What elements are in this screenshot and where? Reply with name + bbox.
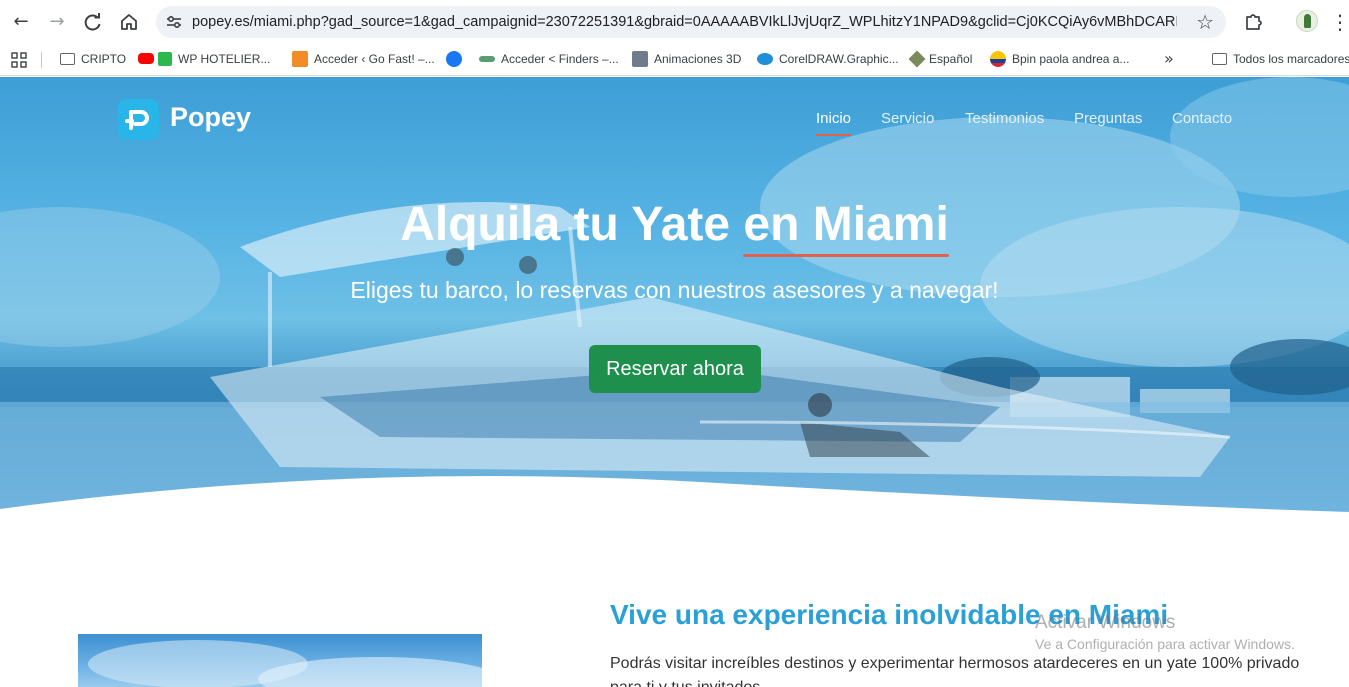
- site-settings-icon[interactable]: [164, 12, 184, 32]
- bookmark-todos-los-marcadores[interactable]: Todos los marcadores: [1212, 44, 1349, 76]
- bookmark-star-icon[interactable]: ☆: [1196, 10, 1214, 34]
- bookmark-label: Acceder < Finders –...: [501, 52, 619, 66]
- bookmark-label: WP HOTELIER...: [178, 52, 271, 66]
- browser-toolbar: ← → popey.es/miami.php?gad_source=1&gad_…: [0, 0, 1349, 44]
- bookmarks-separator: [41, 52, 42, 68]
- bookmark-facebook[interactable]: [446, 44, 468, 76]
- hero-section: Popey Inicio Servicio Testimonios Pregun…: [0, 77, 1349, 517]
- bookmark-label: Acceder ‹ Go Fast! –...: [314, 52, 435, 66]
- bookmark-label: Todos los marcadores: [1233, 52, 1349, 66]
- espanol-icon: [908, 50, 926, 68]
- check-icon: [158, 51, 172, 66]
- bookmark-wp-hotelier[interactable]: WP HOTELIER...: [138, 44, 270, 76]
- nav-contacto[interactable]: Contacto: [1172, 110, 1232, 127]
- bookmarks-bar: CRIPTO WP HOTELIER... Acceder ‹ Go Fast!…: [0, 44, 1349, 76]
- extensions-puzzle-icon[interactable]: [1243, 10, 1265, 32]
- more-bookmarks-chevron-icon[interactable]: »: [1164, 44, 1174, 74]
- youtube-icon: [138, 53, 154, 65]
- finders-icon: [479, 55, 495, 62]
- reload-icon[interactable]: [80, 9, 106, 35]
- hero-subtitle: Eliges tu barco, lo reservas con nuestro…: [350, 277, 999, 303]
- bookmark-label: Bpin paola andrea a...: [1012, 52, 1130, 66]
- reservar-ahora-button[interactable]: Reservar ahora: [589, 345, 761, 393]
- bookmark-bpin[interactable]: Bpin paola andrea a...: [990, 44, 1129, 76]
- bookmark-label: CorelDRAW.Graphic...: [779, 52, 899, 66]
- bpin-icon: [990, 50, 1006, 67]
- bookmark-finders[interactable]: Acceder < Finders –...: [479, 44, 619, 76]
- bookmark-label: CRIPTO: [81, 52, 127, 66]
- nav-preguntas[interactable]: Preguntas: [1074, 110, 1142, 127]
- forward-arrow-icon[interactable]: →: [44, 9, 70, 35]
- about-photo: [78, 634, 482, 687]
- animaciones-icon: [632, 50, 648, 67]
- profile-avatar-icon[interactable]: [1296, 10, 1318, 32]
- windows-activation-watermark-subtitle: Ve a Configuración para activar Windows.: [1035, 636, 1295, 652]
- apps-grid-icon[interactable]: [11, 52, 27, 68]
- bookmark-coreldraw[interactable]: CorelDRAW.Graphic...: [757, 44, 899, 76]
- back-arrow-icon[interactable]: ←: [8, 9, 34, 35]
- hero-title-highlight: en Miami: [743, 198, 949, 251]
- folder-icon: [1212, 52, 1227, 65]
- nav-testimonios[interactable]: Testimonios: [965, 110, 1044, 127]
- bookmark-espanol[interactable]: Español: [908, 44, 973, 76]
- facebook-icon: [446, 50, 462, 67]
- bookmark-go-fast[interactable]: Acceder ‹ Go Fast! –...: [292, 44, 435, 76]
- hero-title-part: Alquila tu Yate: [400, 198, 744, 251]
- nav-inicio[interactable]: Inicio: [816, 110, 852, 136]
- hero-title: Alquila tu Yate en Miami: [0, 197, 1349, 252]
- bookmark-label: Animaciones 3D: [654, 52, 742, 66]
- address-bar[interactable]: popey.es/miami.php?gad_source=1&gad_camp…: [156, 6, 1226, 38]
- windows-activation-watermark-title: Activar Windows: [1035, 612, 1176, 633]
- popey-logo-icon: [118, 99, 159, 140]
- browser-menu-icon[interactable]: ⋮: [1330, 9, 1349, 35]
- url-text[interactable]: popey.es/miami.php?gad_source=1&gad_camp…: [192, 6, 1177, 38]
- home-icon[interactable]: [116, 9, 142, 35]
- coreldraw-icon: [757, 52, 773, 65]
- logo-text: Popey: [170, 102, 252, 132]
- nav-servicio[interactable]: Servicio: [881, 110, 934, 127]
- about-body: Podrás visitar increíbles destinos y exp…: [610, 655, 1300, 687]
- hero-wave-divider: [0, 476, 1349, 517]
- folder-icon: [60, 52, 75, 65]
- bookmark-label: Español: [929, 52, 973, 66]
- bookmark-animaciones-3d[interactable]: Animaciones 3D: [632, 44, 741, 76]
- gofast-icon: [292, 50, 308, 67]
- web-page: Popey Inicio Servicio Testimonios Pregun…: [0, 77, 1349, 687]
- bookmark-cripto[interactable]: CRIPTO: [60, 44, 126, 76]
